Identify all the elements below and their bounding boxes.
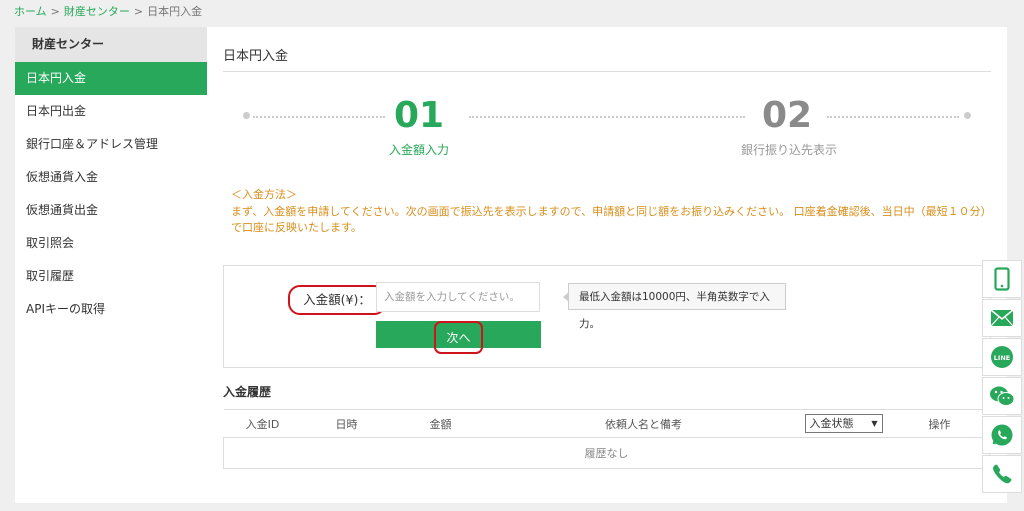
- breadcrumb-home-link[interactable]: ホーム: [14, 5, 47, 18]
- mobile-phone-icon: [994, 267, 1010, 291]
- breadcrumb-separator: >: [50, 5, 60, 18]
- sidebar: 財産センター 日本円入金 日本円出金 銀行口座＆アドレス管理 仮想通貨入金 仮想…: [15, 27, 207, 503]
- main-panel: 日本円入金 01 入金額入力 02 銀行振り込先表示 ＜入金方法＞ まず、入金額…: [207, 27, 1007, 503]
- breadcrumb-separator: >: [133, 5, 144, 18]
- step-2-label: 銀行振り込先表示: [740, 143, 837, 157]
- next-button[interactable]: 次へ: [376, 321, 541, 354]
- step-1-label: 入金額入力: [388, 143, 449, 157]
- col-deposit-id: 入金ID: [223, 409, 302, 438]
- status-filter-select[interactable]: 入金状態 ▼: [804, 414, 883, 433]
- page-title: 日本円入金: [223, 49, 289, 64]
- history-empty-text: 履歴なし: [223, 437, 990, 469]
- status-filter-label: 入金状態: [809, 417, 854, 430]
- phone-icon: [993, 464, 1012, 484]
- col-requester: 依頼人名と備考: [489, 409, 798, 438]
- history-header-row: 入金ID 日時 金額 依頼人名と備考 入金状態 ▼ 操作: [223, 409, 990, 438]
- history-title: 入金履歴: [223, 385, 272, 399]
- step-indicator: 01 入金額入力 02 銀行振り込先表示: [207, 87, 1007, 187]
- mobile-contact-button[interactable]: [982, 260, 1022, 298]
- sidebar-item-crypto-deposit[interactable]: 仮想通貨入金: [15, 161, 207, 194]
- breadcrumb-center-link[interactable]: 財産センター: [64, 5, 130, 18]
- mail-contact-button[interactable]: [982, 299, 1022, 337]
- col-datetime: 日時: [301, 409, 392, 438]
- sidebar-item-trade-inquiry[interactable]: 取引照会: [15, 227, 207, 260]
- amount-tip: 最低入金額は10000円、半角英数字で入力。: [563, 283, 786, 330]
- col-amount: 金額: [391, 409, 490, 438]
- sidebar-item-crypto-withdraw[interactable]: 仮想通貨出金: [15, 194, 207, 227]
- wechat-icon: [990, 386, 1015, 406]
- history-empty-row: 履歴なし: [223, 437, 990, 469]
- caret-down-icon: ▼: [871, 419, 878, 428]
- contact-bar: LINE: [982, 260, 1022, 494]
- mail-icon: [990, 309, 1014, 327]
- step-dotted-line: [827, 116, 959, 118]
- svg-text:LINE: LINE: [994, 354, 1010, 362]
- history-table: 入金ID 日時 金額 依頼人名と備考 入金状態 ▼ 操作 履歴なし: [223, 409, 990, 469]
- breadcrumb: ホーム > 財産センター > 日本円入金: [14, 3, 202, 19]
- step-dot: [243, 112, 250, 119]
- whatsapp-icon: [991, 424, 1013, 446]
- breadcrumb-current: 日本円入金: [147, 5, 203, 18]
- next-button-label: 次へ: [434, 321, 483, 354]
- wechat-contact-button[interactable]: [982, 377, 1022, 415]
- amount-label: 入金額(¥)：: [288, 285, 386, 315]
- sidebar-heading: 財産センター: [15, 27, 207, 62]
- deposit-method-notice: ＜入金方法＞ まず、入金額を申請してください。次の画面で振込先を表示しますので、…: [231, 187, 991, 237]
- deposit-method-title: ＜入金方法＞: [231, 188, 297, 201]
- step-dotted-line: [253, 116, 385, 118]
- phone-contact-button[interactable]: [982, 455, 1022, 493]
- sidebar-item-jpy-withdraw[interactable]: 日本円出金: [15, 95, 207, 128]
- amount-input[interactable]: [376, 282, 540, 312]
- step-2-number: 02: [761, 95, 813, 136]
- sidebar-item-jpy-deposit[interactable]: 日本円入金: [15, 62, 207, 95]
- step-dot: [964, 112, 971, 119]
- line-contact-button[interactable]: LINE: [982, 338, 1022, 376]
- title-divider: [223, 71, 991, 72]
- col-status: 入金状態 ▼: [797, 409, 890, 438]
- step-dotted-line: [469, 116, 745, 118]
- sidebar-item-trade-history[interactable]: 取引履歴: [15, 260, 207, 293]
- sidebar-item-bank-address[interactable]: 銀行口座＆アドレス管理: [15, 128, 207, 161]
- sidebar-item-api-key[interactable]: APIキーの取得: [15, 293, 207, 326]
- whatsapp-contact-button[interactable]: [982, 416, 1022, 454]
- step-1-number: 01: [393, 95, 445, 136]
- col-action: 操作: [889, 409, 990, 438]
- deposit-form: 入金額(¥)： 最低入金額は10000円、半角英数字で入力。 次へ: [223, 265, 991, 368]
- deposit-method-text: まず、入金額を申請してください。次の画面で振込先を表示しますので、申請額と同じ額…: [231, 204, 987, 235]
- line-icon: LINE: [991, 346, 1013, 368]
